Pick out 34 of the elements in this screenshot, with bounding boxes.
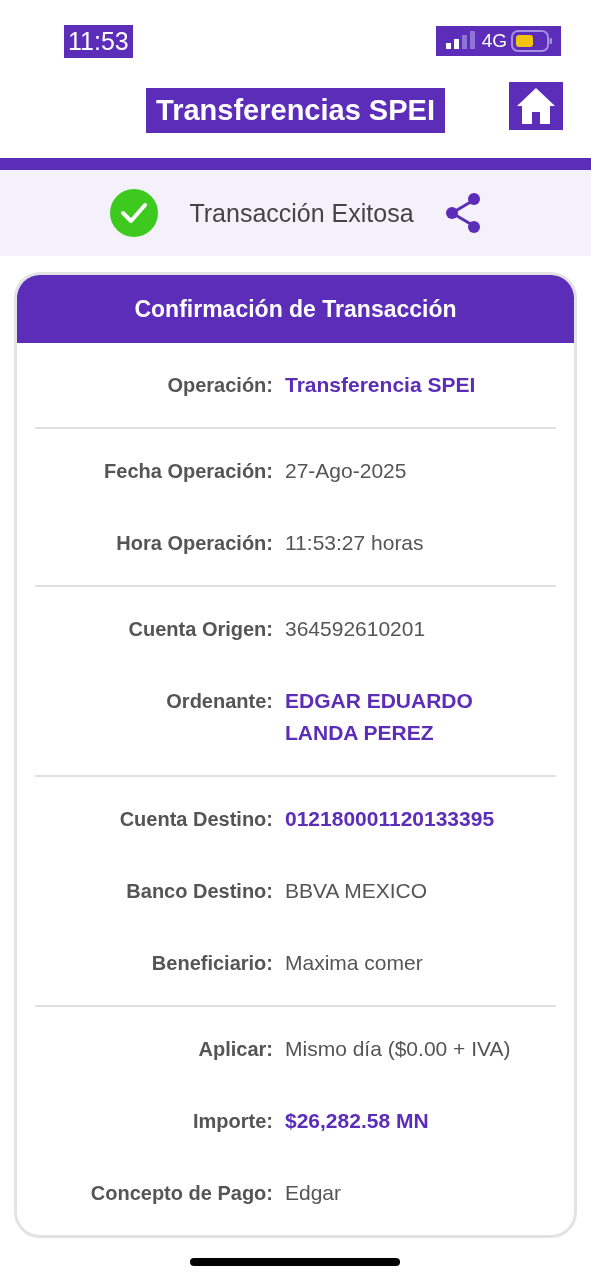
check-icon — [109, 188, 160, 238]
field-value: Edgar — [285, 1180, 343, 1206]
field-label: Concepto de Pago: — [89, 1181, 273, 1206]
field-value: EDGAR EDUARDO LANDA PEREZ — [285, 688, 474, 746]
field-label: Hora Operación: — [115, 531, 273, 556]
field-label: Operación: — [166, 373, 273, 398]
field-label: Ordenante: — [165, 689, 273, 714]
home-icon — [515, 86, 557, 126]
card-title: Confirmación de Transacción — [134, 295, 457, 323]
field-value: 364592610201 — [285, 616, 427, 642]
field-value: BBVA MEXICO — [285, 878, 428, 904]
field-label: Aplicar: — [197, 1037, 273, 1062]
home-button[interactable] — [509, 82, 563, 130]
network-label: 4G — [481, 30, 507, 52]
field-label: Importe: — [192, 1109, 273, 1134]
signal-icon — [443, 31, 478, 51]
field-label: Banco Destino: — [125, 879, 273, 904]
field-value: Mismo día ($0.00 + IVA) — [285, 1036, 512, 1062]
field-label: Beneficiario: — [150, 951, 273, 976]
field-value: $26,282.58 MN — [285, 1108, 430, 1134]
field-value: Transferencia SPEI — [285, 372, 477, 398]
share-icon — [443, 192, 482, 234]
field-label: Cuenta Destino: — [118, 807, 273, 832]
field-value: Maxima comer — [285, 950, 424, 976]
field-label: Fecha Operación: — [103, 459, 273, 484]
result-message: Transacción Exitosa — [189, 198, 414, 228]
share-button[interactable] — [443, 192, 482, 234]
field-label: Cuenta Origen: — [127, 617, 273, 642]
status-time: 11:53 — [64, 24, 133, 58]
field-value: 11:53:27 horas — [285, 530, 425, 556]
field-value: 27-Ago-2025 — [285, 458, 408, 484]
field-value: 012180001120133395 — [285, 806, 496, 832]
battery-icon — [511, 30, 553, 52]
page-title: Transferencias SPEI — [146, 87, 445, 133]
